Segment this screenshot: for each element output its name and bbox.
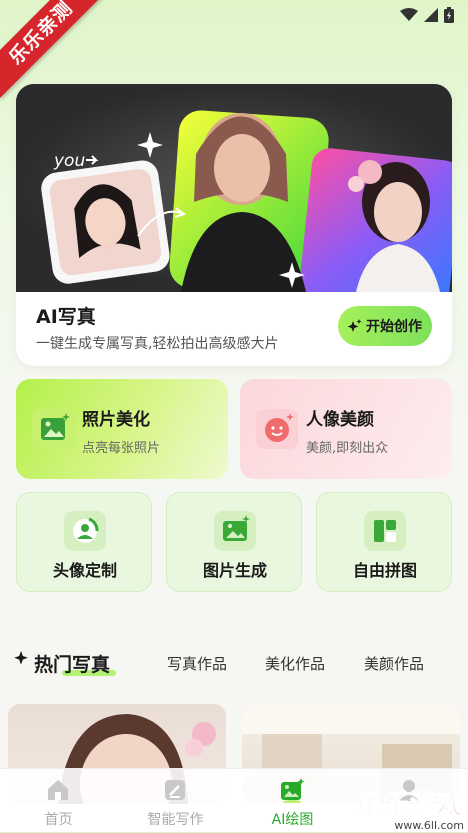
nav-smart-writing[interactable]: 智能写作 (117, 769, 234, 833)
nav-smart-writing-label: 智能写作 (147, 812, 204, 828)
ai-image-icon (281, 778, 305, 803)
signal-icon (424, 8, 438, 22)
image-generate-card[interactable]: 图片生成 (166, 492, 302, 592)
watermark: 乐乐游戏 www.6ll.com (355, 784, 464, 833)
watermark-title: 乐乐游戏 (355, 790, 464, 821)
tab-beauty-works[interactable]: 美颜作品 (364, 653, 424, 674)
image-generate-icon (214, 511, 256, 551)
avatar-icon (64, 511, 106, 551)
nav-ai-drawing[interactable]: AI绘图 (234, 769, 351, 833)
ai-portrait-card[interactable]: you AI写真 一键生成专属写真,轻松拍出高级感大片 开始创作 (16, 84, 452, 366)
face-sparkle-icon (256, 409, 298, 449)
hot-section-title-text: 热门写真 (34, 654, 111, 676)
photo-beautify-title: 照片美化 (82, 410, 150, 430)
collage-label: 自由拼图 (352, 561, 417, 580)
collage-icon (364, 511, 406, 551)
nav-ai-drawing-label: AI绘图 (271, 812, 314, 828)
portrait-beauty-subtitle: 美颜,即刻出众 (306, 441, 389, 456)
start-create-label: 开始创作 (366, 319, 422, 335)
start-create-button[interactable]: 开始创作 (338, 306, 432, 346)
hero-artwork: you (16, 84, 452, 292)
hero-subtitle: 一键生成专属写真,轻松拍出高级感大片 (36, 336, 279, 352)
status-icons (400, 7, 454, 23)
nav-home-label: 首页 (44, 812, 73, 828)
portrait-beauty-card[interactable]: 人像美颜 美颜,即刻出众 (240, 379, 452, 479)
hero-art-text: you (53, 151, 85, 171)
home-icon (48, 780, 68, 800)
avatar-custom-label: 头像定制 (52, 561, 117, 580)
image-generate-label: 图片生成 (202, 561, 267, 580)
wifi-icon (400, 8, 418, 21)
tab-portrait-works[interactable]: 写真作品 (167, 653, 227, 674)
nav-home[interactable]: 首页 (0, 769, 117, 833)
image-sparkle-icon (32, 409, 74, 449)
photo-beautify-subtitle: 点亮每张照片 (82, 441, 161, 456)
edit-icon (165, 780, 185, 800)
hero-title: AI写真 (36, 306, 96, 328)
hot-section-title: 热门写真 (16, 650, 110, 677)
collage-card[interactable]: 自由拼图 (316, 492, 452, 592)
photo-beautify-card[interactable]: 照片美化 点亮每张照片 (16, 379, 228, 479)
tab-beautify-works[interactable]: 美化作品 (265, 653, 325, 674)
avatar-custom-card[interactable]: 头像定制 (16, 492, 152, 592)
battery-icon (444, 7, 454, 23)
portrait-beauty-title: 人像美颜 (306, 410, 374, 430)
sparkle-icon (348, 319, 362, 332)
